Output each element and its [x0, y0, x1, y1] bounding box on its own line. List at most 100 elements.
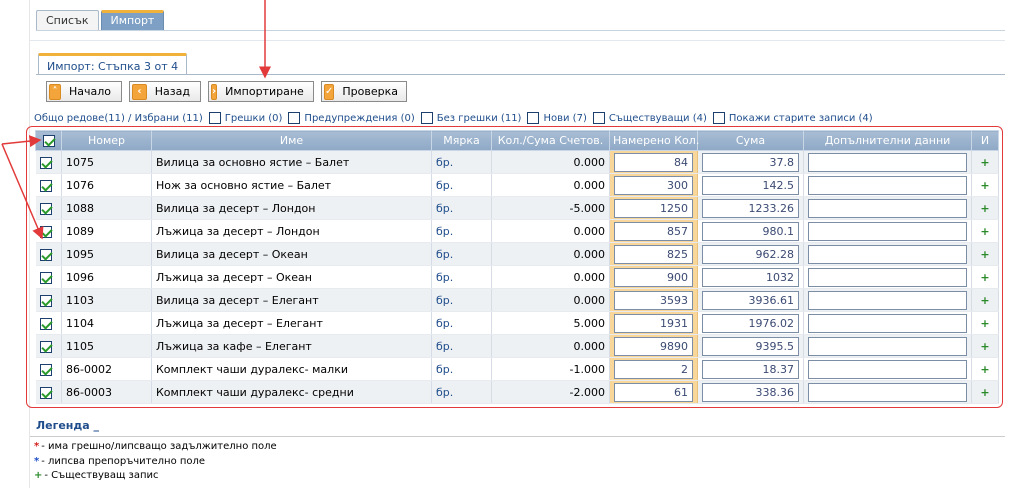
filter-no-errors-label[interactable]: Без грешки (11)	[437, 113, 522, 124]
row-checkbox[interactable]	[39, 317, 52, 330]
additional-data-input[interactable]	[808, 175, 967, 195]
row-select-cell[interactable]	[35, 334, 62, 358]
select-all-header[interactable]	[35, 130, 62, 151]
cell-unit[interactable]: бр.	[431, 173, 492, 197]
row-select-cell[interactable]	[35, 311, 62, 335]
table-row[interactable]: 1096 Лъжица за десерт – Океан бр. 0.000 900 1…	[35, 265, 999, 289]
row-select-cell[interactable]	[35, 380, 62, 404]
cell-unit[interactable]: бр.	[431, 242, 492, 266]
sum-input[interactable]: 142.5	[702, 175, 799, 195]
found-qty-input[interactable]: 300	[614, 175, 693, 195]
column-header[interactable]: Мярка	[431, 130, 492, 151]
found-qty-input[interactable]: 1250	[614, 198, 693, 218]
found-qty-input[interactable]: 3593	[614, 290, 693, 310]
additional-data-input[interactable]	[808, 382, 967, 402]
import-button[interactable]: › Импортиране	[208, 81, 314, 102]
found-qty-input[interactable]: 1931	[614, 313, 693, 333]
row-checkbox[interactable]	[39, 202, 52, 215]
table-row[interactable]: 1075 Вилица за основно ястие – Балет бр. 0.…	[35, 150, 999, 174]
column-header[interactable]: Номер	[61, 130, 152, 151]
found-qty-input[interactable]: 9890	[614, 336, 693, 356]
column-header[interactable]: И	[971, 130, 999, 151]
found-qty-input[interactable]: 857	[614, 221, 693, 241]
sum-input[interactable]: 18.37	[702, 359, 799, 379]
table-row[interactable]: 1103 Вилица за десерт – Елегант бр. 0.000 35…	[35, 288, 999, 312]
cell-unit[interactable]: бр.	[431, 311, 492, 335]
row-select-cell[interactable]	[35, 150, 62, 174]
sum-input[interactable]: 338.36	[702, 382, 799, 402]
row-select-cell[interactable]	[35, 219, 62, 243]
additional-data-input[interactable]	[808, 198, 967, 218]
row-checkbox[interactable]	[39, 179, 52, 192]
row-select-cell[interactable]	[35, 242, 62, 266]
sum-input[interactable]: 980.1	[702, 221, 799, 241]
additional-data-input[interactable]	[808, 336, 967, 356]
found-qty-input[interactable]: 61	[614, 382, 693, 402]
cell-unit[interactable]: бр.	[431, 380, 492, 404]
filter-errors-checkbox[interactable]	[208, 112, 221, 124]
row-select-cell[interactable]	[35, 265, 62, 289]
cell-unit[interactable]: бр.	[431, 288, 492, 312]
table-row[interactable]: 1088 Вилица за десерт – Лондон бр. -5.000 12…	[35, 196, 999, 220]
filter-summary-link[interactable]: Общо редове(11) / Избрани (11)	[34, 113, 203, 124]
additional-data-input[interactable]	[808, 152, 967, 172]
table-row[interactable]: 1095 Вилица за десерт – Океан бр. 0.000 825 9…	[35, 242, 999, 266]
row-checkbox[interactable]	[39, 248, 52, 261]
row-select-cell[interactable]	[35, 196, 62, 220]
column-header[interactable]: Намерено Кол.	[609, 130, 699, 151]
table-row[interactable]: 1076 Нож за основно ястие – Балет бр. 0.000…	[35, 173, 999, 197]
check-button[interactable]: ✓ Проверка	[321, 81, 407, 102]
filter-new-label[interactable]: Нови (7)	[543, 113, 586, 124]
column-header[interactable]: Сума	[697, 130, 804, 151]
column-header[interactable]: Допълнителни данни	[803, 130, 972, 151]
row-checkbox[interactable]	[39, 363, 52, 376]
row-select-cell[interactable]	[35, 357, 62, 381]
select-all-checkbox[interactable]	[42, 135, 55, 147]
found-qty-input[interactable]: 84	[614, 152, 693, 172]
row-checkbox[interactable]	[39, 294, 52, 307]
sum-input[interactable]: 37.8	[702, 152, 799, 172]
additional-data-input[interactable]	[808, 244, 967, 264]
row-checkbox[interactable]	[39, 225, 52, 238]
table-row[interactable]: 86-0003 Комплект чаши дуралекс- средни бр.…	[35, 380, 999, 404]
back-button[interactable]: ‹ Назад	[129, 81, 201, 102]
cell-unit[interactable]: бр.	[431, 357, 492, 381]
additional-data-input[interactable]	[808, 359, 967, 379]
start-button[interactable]: ˄ Начало	[46, 81, 122, 102]
row-checkbox[interactable]	[39, 386, 52, 399]
filter-show-old-label[interactable]: Покажи старите записи (4)	[729, 113, 873, 124]
row-select-cell[interactable]	[35, 173, 62, 197]
found-qty-input[interactable]: 825	[614, 244, 693, 264]
tab-list[interactable]: Списък	[36, 10, 99, 30]
cell-unit[interactable]: бр.	[431, 334, 492, 358]
additional-data-input[interactable]	[808, 313, 967, 333]
column-header[interactable]: Кол./Сума Счетов.	[491, 130, 610, 151]
additional-data-input[interactable]	[808, 221, 967, 241]
found-qty-input[interactable]: 900	[614, 267, 693, 287]
filter-no-errors-checkbox[interactable]	[420, 112, 433, 124]
found-qty-input[interactable]: 2	[614, 359, 693, 379]
sum-input[interactable]: 1976.02	[702, 313, 799, 333]
filter-existing-label[interactable]: Съществуващи (4)	[609, 113, 707, 124]
tab-import-step[interactable]: Импорт: Стъпка 3 от 4	[38, 53, 188, 74]
filter-warnings-label[interactable]: Предупреждения (0)	[304, 113, 414, 124]
table-row[interactable]: 86-0002 Комплект чаши дуралекс- малки бр. -…	[35, 357, 999, 381]
sum-input[interactable]: 9395.5	[702, 336, 799, 356]
filter-errors-label[interactable]: Грешки (0)	[225, 113, 283, 124]
table-row[interactable]: 1089 Лъжица за десерт – Лондон бр. 0.000 857…	[35, 219, 999, 243]
row-checkbox[interactable]	[39, 156, 52, 169]
table-row[interactable]: 1105 Лъжица за кафе – Елегант бр. 0.000 9890…	[35, 334, 999, 358]
cell-unit[interactable]: бр.	[431, 219, 492, 243]
sum-input[interactable]: 1233.26	[702, 198, 799, 218]
filter-existing-checkbox[interactable]	[592, 112, 605, 124]
row-checkbox[interactable]	[39, 271, 52, 284]
table-row[interactable]: 1104 Лъжица за десерт – Елегант бр. 5.000 19…	[35, 311, 999, 335]
cell-unit[interactable]: бр.	[431, 150, 492, 174]
sum-input[interactable]: 3936.61	[702, 290, 799, 310]
additional-data-input[interactable]	[808, 290, 967, 310]
filter-show-old-checkbox[interactable]	[712, 112, 725, 124]
filter-new-checkbox[interactable]	[527, 112, 540, 124]
row-select-cell[interactable]	[35, 288, 62, 312]
column-header[interactable]: Име	[151, 130, 432, 151]
sum-input[interactable]: 1032	[702, 267, 799, 287]
